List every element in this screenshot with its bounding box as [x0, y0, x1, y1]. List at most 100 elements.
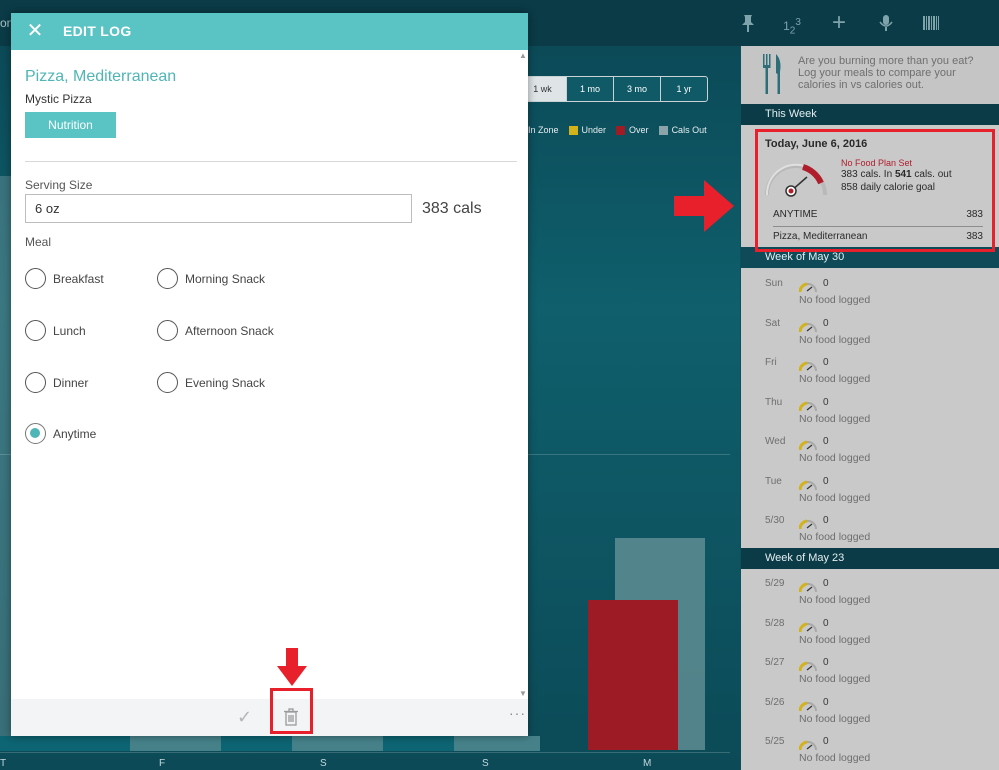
range-tabs: 1 wk 1 mo 3 mo 1 yr — [518, 76, 708, 102]
day-label: Thu — [765, 396, 783, 408]
dialog-title: EDIT LOG — [63, 23, 132, 39]
chart-day-label: S — [320, 758, 327, 769]
day-label: Sat — [765, 317, 781, 329]
legend-swatch-cals-out — [658, 125, 668, 135]
day-entry[interactable]: 5/30 0 No food logged — [765, 515, 985, 551]
day-status: No food logged — [799, 452, 871, 464]
day-label: Sun — [765, 278, 783, 289]
serving-size-input[interactable] — [25, 194, 412, 223]
day-label: 5/29 — [765, 578, 785, 589]
calories-value: 383 cals — [422, 200, 482, 217]
day-calorie-count: 0 — [823, 475, 829, 487]
day-calorie-count: 0 — [823, 317, 829, 329]
meal-radio-anytime[interactable]: Anytime — [25, 423, 96, 444]
day-entry[interactable]: Thu 0 No food logged — [765, 397, 985, 433]
radio-label: Afternoon Snack — [185, 323, 274, 338]
meal-radio-dinner[interactable]: Dinner — [25, 372, 88, 393]
day-calorie-count: 0 — [823, 696, 829, 708]
range-tab-1mo[interactable]: 1 mo — [566, 77, 613, 101]
meal-radio-morning-snack[interactable]: Morning Snack — [157, 268, 265, 289]
annotation-arrow-down-icon — [277, 648, 307, 686]
chart-bar-over — [588, 600, 678, 750]
radio-label: Morning Snack — [185, 271, 266, 286]
day-calorie-count: 0 — [823, 515, 829, 526]
barcode-icon[interactable] — [920, 12, 942, 34]
meal-radio-afternoon-snack[interactable]: Afternoon Snack — [157, 320, 274, 341]
day-entry[interactable]: 5/29 0 No food logged — [765, 578, 985, 614]
day-entry[interactable]: Fri 0 No food logged — [765, 357, 985, 393]
food-brand: Mystic Pizza — [25, 92, 92, 106]
day-entry[interactable]: Wed 0 No food logged — [765, 436, 985, 472]
section-divider — [25, 161, 517, 162]
day-label: 5/26 — [765, 696, 785, 708]
range-tab-1yr[interactable]: 1 yr — [660, 77, 707, 101]
radio-label: Anytime — [53, 426, 97, 441]
day-label: Wed — [765, 436, 786, 447]
meal-radio-evening-snack[interactable]: Evening Snack — [157, 372, 265, 393]
confirm-check-icon[interactable]: ✓ — [237, 707, 252, 728]
legend-item-in-zone: In Zone — [528, 125, 559, 135]
day-status: No food logged — [799, 673, 871, 685]
day-calorie-count: 0 — [823, 357, 829, 368]
radio-label: Evening Snack — [185, 375, 266, 390]
day-status: No food logged — [799, 594, 871, 606]
more-options-icon[interactable]: ··· — [509, 705, 526, 721]
day-label: 5/25 — [765, 736, 785, 747]
range-tab-3mo[interactable]: 3 mo — [613, 77, 660, 101]
scroll-down-icon[interactable]: ▼ — [519, 689, 527, 698]
nutrition-button[interactable]: Nutrition — [25, 112, 116, 138]
week-header-may-23: Week of May 23 — [741, 548, 999, 569]
chart-strip-segment — [454, 736, 540, 751]
day-label: 5/28 — [765, 617, 785, 629]
day-entry[interactable]: Tue 0 No food logged — [765, 476, 985, 512]
radio-circle[interactable] — [157, 320, 178, 341]
fork-knife-icon — [761, 54, 785, 101]
legend-under-label: Under — [581, 125, 607, 135]
annotation-arrow-right-icon — [674, 180, 734, 232]
microphone-icon[interactable] — [875, 12, 897, 34]
day-calorie-count: 0 — [823, 736, 829, 747]
chart-day-label: T — [0, 758, 7, 769]
number-keypad-icon[interactable]: 123 — [781, 12, 803, 36]
day-entry[interactable]: Sat 0 No food logged — [765, 318, 985, 354]
annotation-trash-highlight — [270, 688, 313, 734]
radio-circle[interactable] — [25, 320, 46, 341]
close-icon[interactable]: ✕ — [26, 21, 44, 41]
day-status: No food logged — [799, 491, 871, 504]
day-label: Tue — [765, 475, 782, 487]
chart-day-label: F — [159, 758, 166, 769]
pin-icon[interactable] — [737, 12, 759, 34]
radio-circle[interactable] — [157, 372, 178, 393]
legend-item-over: Over — [616, 125, 649, 135]
legend-item-under: Under — [568, 125, 607, 135]
day-entry[interactable]: 5/26 0 No food logged — [765, 697, 985, 733]
legend-cals-out-label: Cals Out — [671, 125, 707, 135]
radio-label: Lunch — [53, 323, 86, 338]
week-header-this-week: This Week — [741, 104, 999, 125]
radio-circle-selected[interactable] — [25, 423, 46, 444]
day-status: No food logged — [799, 333, 871, 346]
meal-radio-lunch[interactable]: Lunch — [25, 320, 86, 341]
day-entry[interactable]: 5/27 0 No food logged — [765, 657, 985, 693]
radio-circle[interactable] — [157, 268, 178, 289]
legend-item-cals-out: Cals Out — [658, 125, 707, 135]
radio-circle[interactable] — [25, 268, 46, 289]
day-entry[interactable]: Sun 0 No food logged — [765, 278, 985, 314]
day-calorie-count: 0 — [823, 278, 829, 289]
edit-log-dialog: ✕ EDIT LOG ▲ Pizza, Mediterranean Mystic… — [11, 13, 528, 736]
promo-banner: Are you burning more than you eat? Log y… — [741, 46, 999, 104]
day-calorie-count: 0 — [823, 657, 829, 668]
day-entry[interactable]: 5/25 0 No food logged — [765, 736, 985, 770]
day-status: No food logged — [799, 412, 871, 425]
meal-radio-breakfast[interactable]: Breakfast — [25, 268, 104, 289]
scroll-up-icon[interactable]: ▲ — [519, 51, 527, 60]
legend-over-label: Over — [629, 125, 649, 135]
day-status: No food logged — [799, 712, 871, 725]
day-entry[interactable]: 5/28 0 No food logged — [765, 618, 985, 654]
annotation-highlight-box — [755, 129, 995, 252]
radio-label: Breakfast — [53, 271, 104, 286]
add-icon[interactable]: + — [828, 11, 850, 35]
radio-circle[interactable] — [25, 372, 46, 393]
day-label: 5/30 — [765, 515, 785, 526]
legend-in-zone-label: In Zone — [528, 125, 559, 135]
